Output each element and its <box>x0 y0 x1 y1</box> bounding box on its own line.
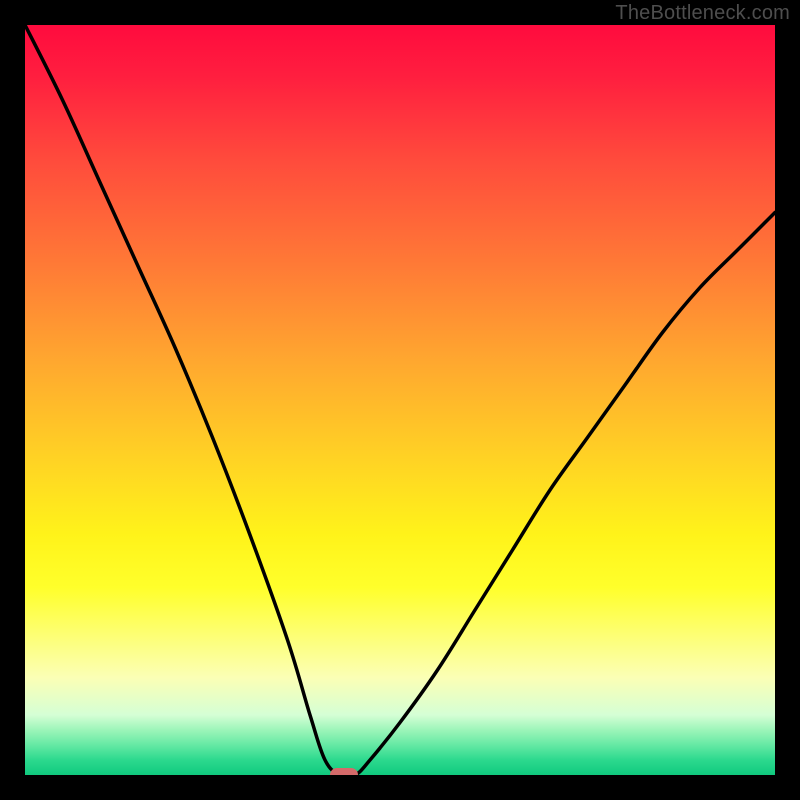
optimum-marker <box>330 768 358 775</box>
plot-area <box>25 25 775 775</box>
bottleneck-curve <box>25 25 775 775</box>
chart-frame: TheBottleneck.com <box>0 0 800 800</box>
watermark-text: TheBottleneck.com <box>615 2 790 25</box>
